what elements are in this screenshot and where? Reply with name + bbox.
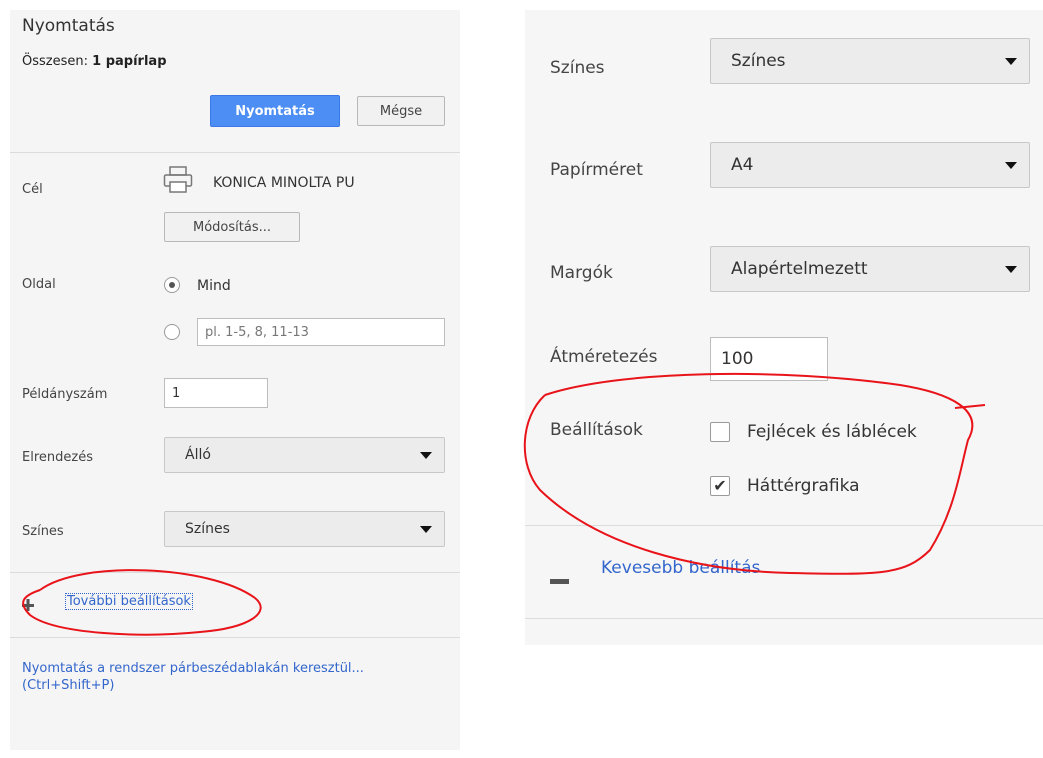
paper-size-select-value: A4	[731, 155, 754, 175]
headers-footers-checkbox[interactable]	[710, 422, 730, 442]
change-destination-button[interactable]: Módosítás...	[164, 212, 300, 242]
pages-all-label: Mind	[197, 278, 231, 294]
headers-footers-label: Fejlécek és láblécek	[747, 422, 917, 442]
margins-select[interactable]: Alapértelmezett	[710, 246, 1030, 292]
chevron-down-icon	[1005, 162, 1017, 169]
right-settings-divider	[525, 525, 1043, 526]
right-color-select[interactable]: Színes	[710, 38, 1030, 84]
paper-size-label: Papírméret	[550, 160, 643, 180]
right-color-select-value: Színes	[731, 51, 786, 71]
printer-name: KONICA MINOLTA PU	[213, 175, 355, 191]
color-select-value: Színes	[185, 521, 230, 537]
settings-divider	[10, 572, 460, 573]
layout-select[interactable]: Álló	[164, 437, 445, 473]
right-color-label: Színes	[550, 58, 605, 78]
pages-custom-radio[interactable]	[164, 324, 180, 340]
total-value: 1 papírlap	[92, 54, 167, 69]
pages-all-radio[interactable]	[164, 277, 180, 293]
cancel-button[interactable]: Mégse	[357, 96, 445, 126]
pages-label: Oldal	[22, 277, 56, 292]
layout-select-value: Álló	[185, 447, 211, 463]
plus-icon	[22, 596, 34, 611]
chevron-down-icon	[1005, 266, 1017, 273]
copies-input[interactable]: 1	[164, 378, 268, 408]
right-print-panel	[525, 10, 1043, 645]
scale-input[interactable]: 100	[710, 337, 828, 381]
paper-size-select[interactable]: A4	[710, 142, 1030, 188]
fewer-settings-link[interactable]: Kevesebb beállítás	[601, 558, 760, 578]
print-button[interactable]: Nyomtatás	[210, 95, 340, 127]
margins-select-value: Alapértelmezett	[731, 259, 868, 279]
more-settings-link[interactable]: További beállítások	[65, 593, 193, 610]
background-graphics-checkbox[interactable]: ✔	[710, 476, 730, 496]
system-dialog-link[interactable]: Nyomtatás a rendszer párbeszédablakán ke…	[22, 660, 402, 694]
header-divider	[10, 152, 460, 153]
right-bottom-divider	[525, 618, 1043, 619]
color-select[interactable]: Színes	[164, 511, 445, 547]
printer-icon	[163, 166, 193, 194]
scale-label: Átméretezés	[550, 347, 658, 367]
destination-label: Cél	[22, 182, 43, 197]
background-graphics-label: Háttérgrafika	[747, 476, 860, 496]
layout-label: Elrendezés	[22, 450, 93, 465]
bottom-divider	[10, 637, 460, 638]
chevron-down-icon	[1005, 58, 1017, 65]
copies-label: Példányszám	[22, 387, 108, 402]
minus-icon	[550, 569, 569, 584]
chevron-down-icon	[420, 526, 432, 533]
color-label: Színes	[22, 524, 64, 539]
print-dialog-title: Nyomtatás	[22, 16, 115, 36]
pages-custom-input[interactable]: pl. 1-5, 8, 11-13	[197, 318, 445, 346]
margins-label: Margók	[550, 263, 613, 283]
total-label: Összesen:	[22, 54, 88, 69]
options-label: Beállítások	[550, 420, 643, 440]
total-sheets: Összesen: 1 papírlap	[22, 54, 167, 69]
chevron-down-icon	[420, 452, 432, 459]
